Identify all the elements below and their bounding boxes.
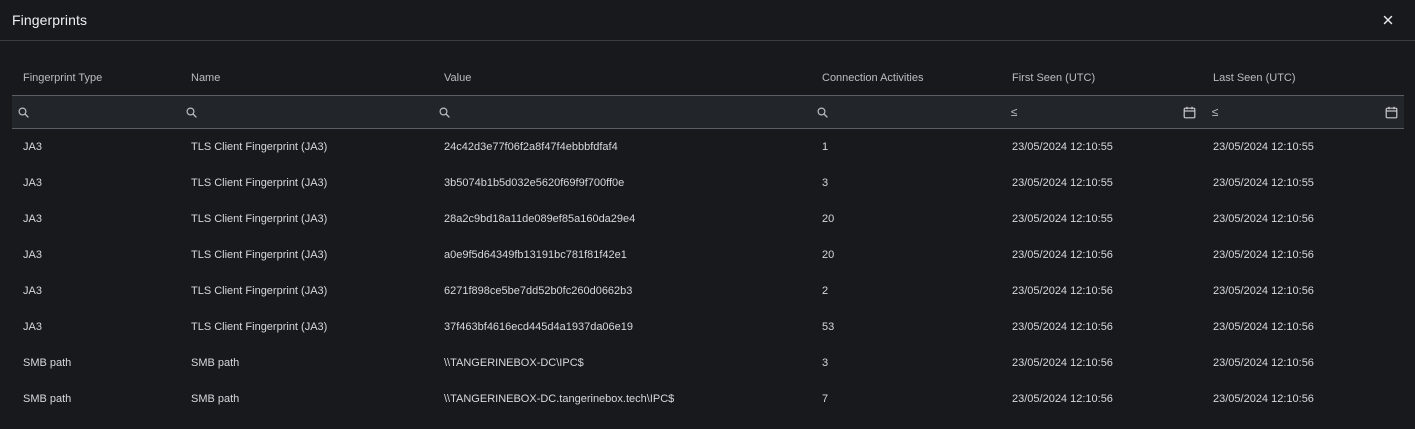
filter-row: ≤ ≤ <box>12 95 1404 129</box>
cell-fingerprint-type: JA3 <box>23 249 42 261</box>
table-header-row: Fingerprint Type Name Value Connection A… <box>12 60 1404 96</box>
cell-name: TLS Client Fingerprint (JA3) <box>191 177 328 189</box>
first-seen-operator-select[interactable]: ≤ <box>1007 105 1021 119</box>
column-header-connection-activities[interactable]: Connection Activities <box>811 60 1001 96</box>
column-header-first-seen[interactable]: First Seen (UTC) <box>1001 60 1202 96</box>
filter-cell-fingerprint-type <box>12 95 180 129</box>
cell-name: SMB path <box>191 357 240 369</box>
filter-cell-last-seen: ≤ <box>1202 95 1404 129</box>
table-row[interactable]: JA3 TLS Client Fingerprint (JA3) 24c42d3… <box>12 129 1404 166</box>
cell-connection-activities: 2 <box>822 285 829 297</box>
name-filter-input[interactable] <box>201 105 427 119</box>
filter-cell-name <box>180 95 433 129</box>
table-row[interactable]: JA3 TLS Client Fingerprint (JA3) 28a2c9b… <box>12 201 1404 237</box>
first-seen-filter-input[interactable] <box>1025 105 1183 119</box>
cell-last-seen: 23/05/2024 12:10:55 <box>1213 141 1314 153</box>
fingerprints-dialog: Fingerprints Fingerprint Type Name Value… <box>0 0 1415 429</box>
column-header-value[interactable]: Value <box>433 60 811 96</box>
cell-fingerprint-type: JA3 <box>23 177 42 189</box>
cell-value: 24c42d3e77f06f2a8f47f4ebbbfdfaf4 <box>444 141 618 153</box>
cell-value: 28a2c9bd18a11de089ef85a160da29e4 <box>444 213 636 225</box>
cell-last-seen: 23/05/2024 12:10:55 <box>1213 177 1314 189</box>
dialog-header: Fingerprints <box>0 0 1415 41</box>
cell-fingerprint-type: JA3 <box>23 213 42 225</box>
cell-first-seen: 23/05/2024 12:10:55 <box>1012 213 1113 225</box>
cell-name: TLS Client Fingerprint (JA3) <box>191 321 328 333</box>
cell-first-seen: 23/05/2024 12:10:56 <box>1012 249 1113 261</box>
cell-connection-activities: 20 <box>822 249 835 261</box>
calendar-icon <box>1385 106 1398 118</box>
dialog-title: Fingerprints <box>12 12 88 28</box>
cell-last-seen: 23/05/2024 12:10:56 <box>1213 285 1314 297</box>
cell-connection-activities: 53 <box>822 321 835 333</box>
cell-name: SMB path <box>191 393 240 405</box>
filter-cell-first-seen: ≤ <box>1001 95 1202 129</box>
filter-cell-value <box>433 95 811 129</box>
table-row[interactable]: JA3 TLS Client Fingerprint (JA3) 37f463b… <box>12 309 1404 345</box>
last-seen-calendar-button[interactable] <box>1385 106 1398 119</box>
fingerprints-table-container: Fingerprint Type Name Value Connection A… <box>12 60 1404 417</box>
column-header-fingerprint-type[interactable]: Fingerprint Type <box>12 60 180 96</box>
cell-last-seen: 23/05/2024 12:10:56 <box>1213 357 1314 369</box>
cell-value: \\TANGERINEBOX-DC\IPC$ <box>444 357 584 369</box>
fingerprints-table: Fingerprint Type Name Value Connection A… <box>12 60 1404 417</box>
filter-cell-connection-activities <box>811 95 1001 129</box>
table-row[interactable]: SMB path SMB path \\TANGERINEBOX-DC.tang… <box>12 381 1404 417</box>
search-icon <box>817 106 828 118</box>
cell-name: TLS Client Fingerprint (JA3) <box>191 213 328 225</box>
value-filter-input[interactable] <box>454 105 805 119</box>
cell-value: 37f463bf4616ecd445d4a1937da06e19 <box>444 321 634 333</box>
cell-value: \\TANGERINEBOX-DC.tangerinebox.tech\IPC$ <box>444 393 675 405</box>
cell-fingerprint-type: JA3 <box>23 285 42 297</box>
calendar-icon <box>1183 106 1196 118</box>
cell-first-seen: 23/05/2024 12:10:55 <box>1012 141 1113 153</box>
cell-first-seen: 23/05/2024 12:10:56 <box>1012 393 1113 405</box>
cell-connection-activities: 7 <box>822 393 829 405</box>
table-row[interactable]: JA3 TLS Client Fingerprint (JA3) a0e9f5d… <box>12 237 1404 273</box>
cell-first-seen: 23/05/2024 12:10:56 <box>1012 357 1113 369</box>
column-header-name[interactable]: Name <box>180 60 433 96</box>
table-row[interactable]: SMB path SMB path \\TANGERINEBOX-DC\IPC$… <box>12 345 1404 381</box>
cell-fingerprint-type: JA3 <box>23 141 42 153</box>
cell-last-seen: 23/05/2024 12:10:56 <box>1213 249 1314 261</box>
cell-name: TLS Client Fingerprint (JA3) <box>191 285 328 297</box>
cell-name: TLS Client Fingerprint (JA3) <box>191 141 328 153</box>
close-icon <box>1383 15 1393 25</box>
cell-connection-activities: 1 <box>822 141 829 153</box>
last-seen-filter-input[interactable] <box>1226 105 1385 119</box>
connection-activities-filter-input[interactable] <box>832 105 995 119</box>
cell-connection-activities: 20 <box>822 213 835 225</box>
cell-last-seen: 23/05/2024 12:10:56 <box>1213 393 1314 405</box>
cell-value: a0e9f5d64349fb13191bc781f81f42e1 <box>444 249 627 261</box>
fingerprint-type-filter-input[interactable] <box>33 105 174 119</box>
cell-name: TLS Client Fingerprint (JA3) <box>191 249 328 261</box>
cell-fingerprint-type: JA3 <box>23 321 42 333</box>
cell-last-seen: 23/05/2024 12:10:56 <box>1213 321 1314 333</box>
cell-fingerprint-type: SMB path <box>23 393 72 405</box>
cell-connection-activities: 3 <box>822 177 829 189</box>
cell-fingerprint-type: SMB path <box>23 357 72 369</box>
cell-connection-activities: 3 <box>822 357 829 369</box>
search-icon <box>18 106 29 118</box>
cell-first-seen: 23/05/2024 12:10:56 <box>1012 285 1113 297</box>
search-icon <box>186 106 197 118</box>
cell-value: 3b5074b1b5d032e5620f69f9f700ff0e <box>444 177 625 189</box>
cell-first-seen: 23/05/2024 12:10:55 <box>1012 177 1113 189</box>
column-header-last-seen[interactable]: Last Seen (UTC) <box>1202 60 1404 96</box>
table-row[interactable]: JA3 TLS Client Fingerprint (JA3) 6271f89… <box>12 273 1404 309</box>
last-seen-operator-select[interactable]: ≤ <box>1208 105 1222 119</box>
table-row[interactable]: JA3 TLS Client Fingerprint (JA3) 3b5074b… <box>12 165 1404 201</box>
search-icon <box>439 106 450 118</box>
cell-value: 6271f898ce5be7dd52b0fc260d0662b3 <box>444 285 633 297</box>
cell-first-seen: 23/05/2024 12:10:56 <box>1012 321 1113 333</box>
close-button[interactable] <box>1378 10 1398 30</box>
cell-last-seen: 23/05/2024 12:10:56 <box>1213 213 1314 225</box>
first-seen-calendar-button[interactable] <box>1183 106 1196 119</box>
